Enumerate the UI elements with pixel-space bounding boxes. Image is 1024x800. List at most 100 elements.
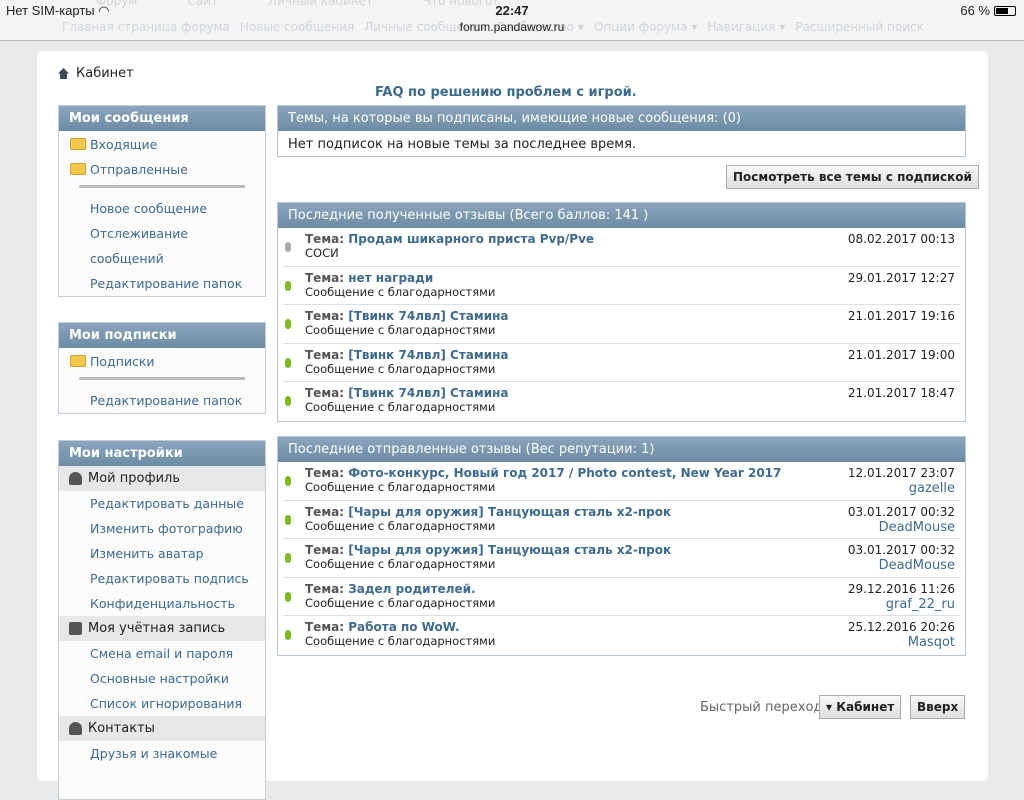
group-label: Мой профиль [88, 471, 180, 486]
lock-icon [69, 622, 82, 635]
my-settings-block: Мои настройки Мой профиль Редактировать д… [58, 440, 266, 800]
reputation-indicator-icon [285, 357, 291, 368]
feedback-text: Сообщение с благодарностями [305, 400, 496, 414]
topic-link[interactable]: Продам шикарного приста Pvp/Pve [348, 232, 594, 246]
sidebar-link[interactable]: Изменить фотографию [59, 516, 265, 541]
topic-link[interactable]: [Твинк 74лвл] Стамина [348, 348, 508, 362]
sidebar-link[interactable]: Редактирование папок [59, 388, 265, 413]
divider [79, 377, 245, 380]
quick-nav-label: Быстрый переход [700, 700, 823, 715]
sidebar-folder[interactable]: Отправленные [59, 156, 265, 181]
topic-link[interactable]: Работа по WoW. [348, 620, 459, 634]
topic-link[interactable]: [Чары для оружия] Танцующая сталь x2-про… [348, 505, 671, 519]
breadcrumb-label: Кабинет [76, 66, 134, 81]
clock: 22:47 [495, 3, 529, 18]
battery: 66 % [960, 3, 1016, 18]
sidebar-folder[interactable]: Входящие [59, 131, 265, 156]
feedback-row: Тема: Задел родителей. Сообщение с благод… [283, 578, 960, 616]
received-feedback-block: Последние полученные отзывы (Всего балло… [277, 202, 966, 422]
block-title: Мои настройки [59, 441, 265, 466]
topic-link[interactable]: [Чары для оружия] Танцующая сталь x2-про… [348, 543, 671, 557]
feedback-date: 08.02.2017 00:13 [847, 232, 955, 246]
feedback-date: 29.01.2017 12:27 [847, 270, 955, 285]
topic-link[interactable]: Фото-конкурс, Новый год 2017 / Photo con… [348, 466, 781, 480]
topic-link[interactable]: нет награди [348, 271, 433, 285]
feedback-text: Сообщение с благодарностями [305, 518, 496, 533]
user-icon [69, 472, 82, 485]
browser-status-bar: Форум Сайт Личный кабинет Что нового? Главн… [0, 0, 1024, 41]
feedback-date: 29.12.2016 11:26 [847, 581, 955, 596]
topic-label: Тема: [305, 466, 345, 480]
sidebar-folder[interactable]: Подписки [59, 348, 265, 373]
block-title: Последние полученные отзывы (Всего балло… [278, 203, 965, 228]
reputation-indicator-icon [285, 396, 291, 406]
topic-link[interactable]: [Твинк 74лвл] Стамина [348, 386, 508, 400]
sidebar-link[interactable]: Конфиденциальность [59, 591, 265, 616]
settings-group-contacts[interactable]: Контакты [59, 716, 265, 741]
topic-label: Тема: [305, 581, 345, 596]
folder-label: Входящие [90, 136, 158, 152]
feedback-date: 12.01.2017 23:07 [847, 466, 955, 480]
topic-link[interactable]: [Твинк 74лвл] Стамина [348, 309, 508, 323]
folder-icon [70, 163, 86, 175]
reputation-indicator-icon [285, 630, 291, 640]
folder-icon [70, 138, 86, 150]
sidebar-link[interactable]: Новое сообщение [59, 196, 265, 221]
quick-nav-value: Кабинет [836, 700, 895, 714]
topic-link[interactable]: Задел родителей. [348, 582, 475, 596]
feedback-row: Тема: нет награди Сообщение с благодарнос… [283, 267, 960, 305]
block-title: Темы, на которые вы подписаны, имеющие н… [278, 106, 965, 131]
breadcrumb[interactable]: Кабинет [57, 66, 134, 81]
topic-label: Тема: [305, 543, 345, 557]
user-link[interactable]: gazelle [909, 481, 955, 496]
group-label: Моя учётная запись [88, 621, 226, 636]
reputation-indicator-icon [285, 514, 291, 525]
sidebar-link[interactable]: Редактировать подпись [59, 566, 265, 591]
sidebar-link[interactable]: сообщений [59, 246, 265, 271]
settings-group-account[interactable]: Моя учётная запись [59, 616, 265, 641]
url-bar[interactable]: forum.pandawow.ru [0, 20, 1024, 34]
feedback-row: Тема: [Твинк 74лвл] Стамина Сообщение с б… [283, 344, 960, 382]
feedback-date: 21.01.2017 19:00 [847, 347, 955, 362]
feedback-date: 21.01.2017 18:47 [847, 386, 955, 400]
feedback-row: Тема: [Чары для оружия] Танцующая сталь … [283, 539, 960, 578]
group-label: Контакты [88, 721, 155, 736]
topic-label: Тема: [305, 347, 345, 362]
user-link[interactable]: graf_22_ru [886, 597, 955, 612]
caret-down-icon: ▾ [826, 700, 837, 714]
settings-group-profile[interactable]: Мой профиль [59, 466, 265, 491]
my-messages-block: Мои сообщения Входящие Отправленные Новое … [58, 105, 266, 297]
sent-feedback-block: Последние отправленные отзывы (Вес репут… [277, 436, 966, 656]
user-link[interactable]: DeadMouse [879, 558, 955, 573]
feedback-text: Сообщение с благодарностями [305, 595, 496, 610]
subscriptions-block: Темы, на которые вы подписаны, имеющие н… [277, 105, 966, 157]
view-all-subscriptions-button[interactable]: Посмотреть все темы с подпиской [726, 165, 979, 189]
reputation-indicator-icon [285, 476, 291, 486]
sidebar-link[interactable]: Смена email и пароля [59, 641, 265, 666]
sidebar-link[interactable]: Изменить аватар [59, 541, 265, 566]
battery-icon [994, 5, 1016, 16]
block-title: Мои сообщения [59, 106, 265, 131]
topic-label: Тема: [305, 620, 345, 634]
sidebar-link[interactable]: Отслеживание [59, 221, 265, 246]
sidebar-link[interactable]: Друзья и знакомые [59, 741, 265, 766]
topic-label: Тема: [305, 270, 345, 285]
feedback-row: Тема: Работа по WoW. Сообщение с благодар… [283, 616, 960, 655]
folder-icon [70, 355, 86, 367]
user-link[interactable]: Masqot [908, 635, 955, 650]
topic-label: Тема: [305, 386, 345, 400]
sidebar-link[interactable]: Список игнорирования [59, 691, 265, 716]
feedback-date: 03.01.2017 00:32 [847, 504, 955, 519]
feedback-text: Сообщение с благодарностями [305, 634, 496, 648]
reputation-indicator-icon [285, 553, 291, 563]
battery-percent: 66 % [960, 3, 990, 18]
sidebar-link[interactable]: Основные настройки [59, 666, 265, 691]
sidebar-link[interactable]: Редактирование папок [59, 271, 265, 296]
quick-nav-dropdown[interactable]: ▾ Кабинет [819, 695, 902, 719]
reputation-indicator-icon [285, 319, 291, 329]
faq-link[interactable]: FAQ по решению проблем с игрой. [375, 85, 637, 100]
back-to-top-button[interactable]: Вверх [910, 695, 966, 719]
user-link[interactable]: DeadMouse [879, 520, 955, 535]
sidebar-link[interactable]: Редактировать данные [59, 491, 265, 516]
feedback-date: 25.12.2016 20:26 [847, 620, 955, 634]
